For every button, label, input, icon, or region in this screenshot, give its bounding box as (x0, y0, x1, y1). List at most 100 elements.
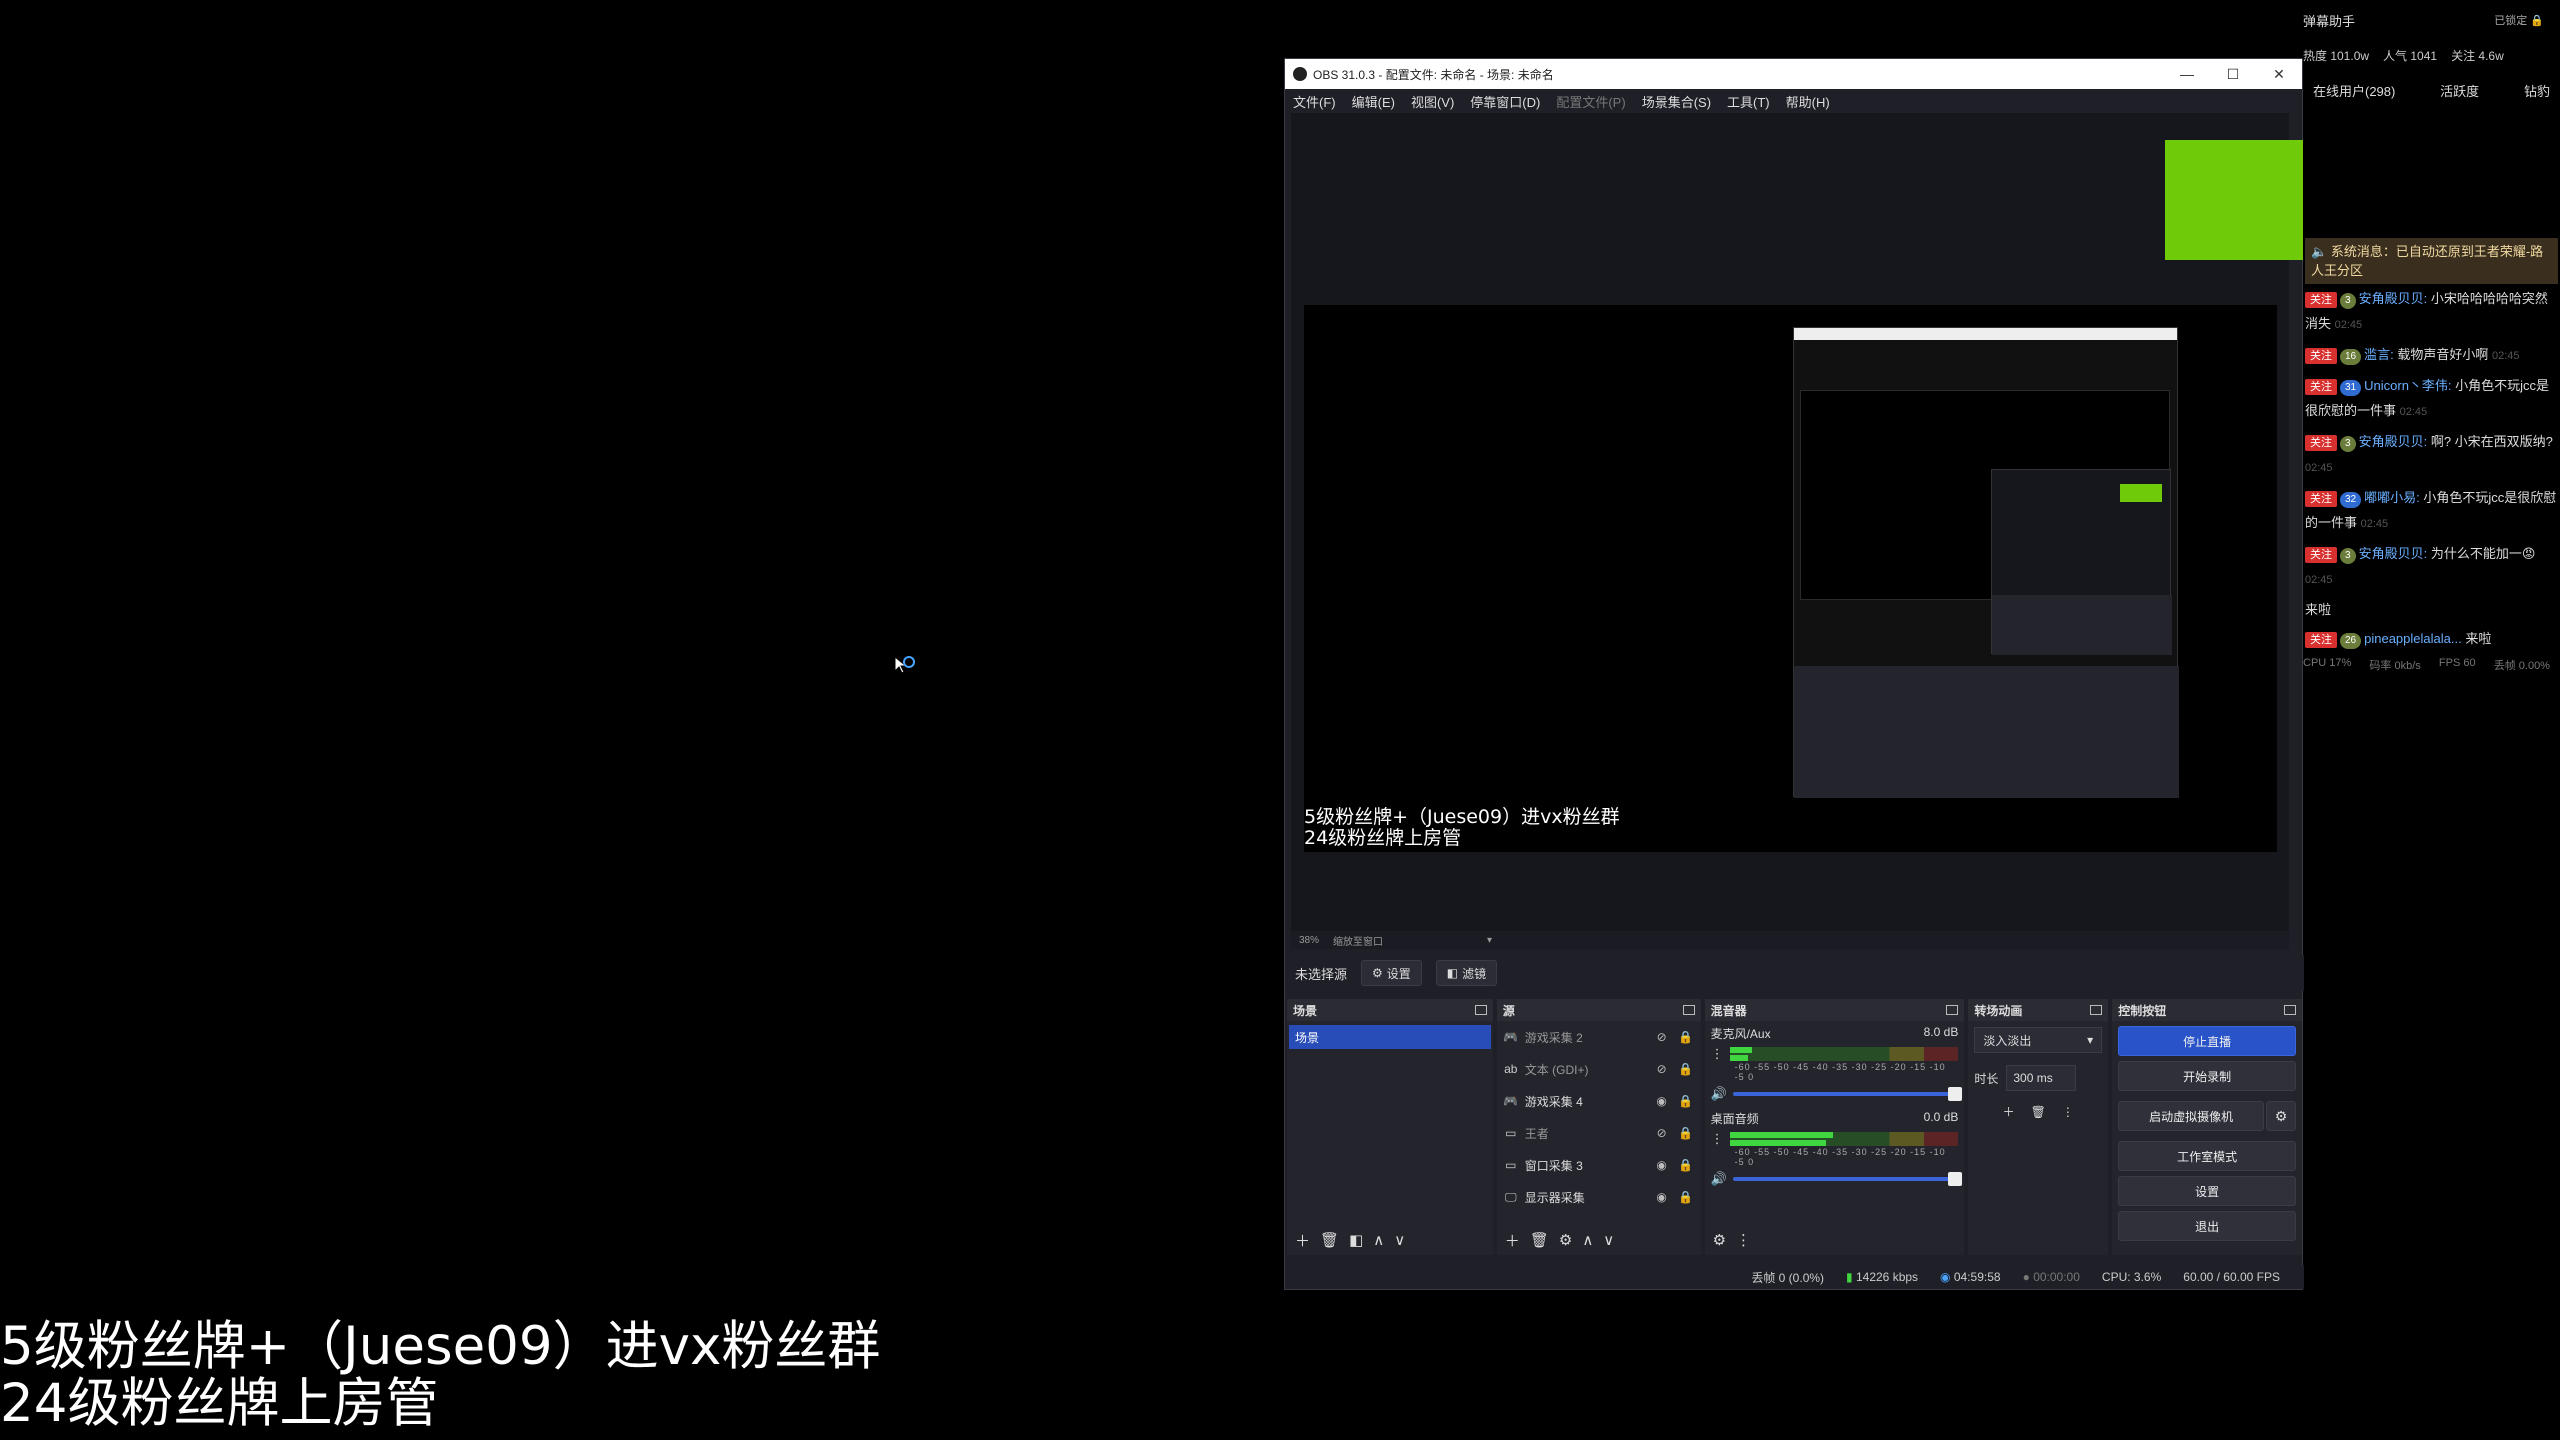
overlay-line-2: 24级粉丝牌上房管 (0, 1373, 439, 1434)
filters-button[interactable]: ◧ 滤镜 (1435, 960, 1498, 986)
follow-badge[interactable]: 关注 (2305, 491, 2337, 507)
nested-obs-capture (1793, 327, 2179, 798)
tab-online-users[interactable]: 在线用户(298) (2313, 81, 2395, 100)
filter-icon[interactable]: ◧ (1349, 1231, 1363, 1249)
chat-message: 关注 3 安角殿贝贝: 为什么不能加一😡 02:45 (2303, 539, 2560, 595)
eye-hidden-icon[interactable]: ⊘ (1653, 1062, 1671, 1076)
source-item[interactable]: ab 文本 (GDI+) ⊘ 🔒 (1497, 1053, 1701, 1085)
undock-icon[interactable] (1946, 1005, 1959, 1015)
kebab-menu-icon[interactable]: ⋮ (1711, 1046, 1724, 1062)
eye-hidden-icon[interactable]: ⊘ (1653, 1126, 1671, 1140)
source-item[interactable]: 🖵 显示器采集 ◉ 🔒 (1497, 1181, 1701, 1213)
eye-hidden-icon[interactable]: ⊘ (1653, 1030, 1671, 1044)
lock-icon[interactable]: 🔒 (1677, 1158, 1695, 1172)
add-icon[interactable]: ＋ (1505, 1230, 1520, 1251)
down-arrow-icon[interactable]: ∨ (1394, 1231, 1405, 1249)
down-arrow-icon[interactable]: ∨ (1603, 1231, 1614, 1249)
transition-select[interactable]: 淡入淡出 ▾ (1974, 1027, 2103, 1053)
follow-badge[interactable]: 关注 (2305, 435, 2337, 451)
menu-file[interactable]: 文件(F) (1293, 92, 1336, 111)
preview-canvas[interactable]: 5级粉丝牌+（Juese09）进vx粉丝群 24级粉丝牌上房管 (1304, 305, 2277, 852)
menu-edit[interactable]: 编辑(E) (1352, 92, 1395, 111)
volume-slider[interactable] (1732, 1172, 1963, 1186)
studio-mode-button[interactable]: 工作室模式 (2118, 1141, 2296, 1171)
source-item[interactable]: 🎮 游戏采集 2 ⊘ 🔒 (1497, 1021, 1701, 1053)
obs-titlebar[interactable]: OBS 31.0.3 - 配置文件: 未命名 - 场景: 未命名 — ☐ ✕ (1285, 59, 2302, 89)
close-button[interactable]: ✕ (2256, 66, 2302, 83)
trash-icon[interactable]: 🗑 (1320, 1231, 1339, 1249)
follow-badge[interactable]: 关注 (2305, 547, 2337, 563)
undock-icon[interactable] (2090, 1005, 2103, 1015)
lock-icon[interactable]: 🔒 (1677, 1190, 1695, 1204)
stop-stream-button[interactable]: 停止直播 (2118, 1026, 2296, 1056)
source-item[interactable]: ▭ 王者 ⊘ 🔒 (1497, 1117, 1701, 1149)
chat-user[interactable]: 安角殿贝贝: (2359, 291, 2428, 306)
menu-view[interactable]: 视图(V) (1411, 92, 1454, 111)
chat-user[interactable]: pineapplelalala... (2364, 631, 2462, 646)
add-icon[interactable]: ＋ (2003, 1103, 2015, 1120)
window-title: OBS 31.0.3 - 配置文件: 未命名 - 场景: 未命名 (1313, 67, 1554, 82)
exit-button[interactable]: 退出 (2118, 1211, 2296, 1241)
menu-help[interactable]: 帮助(H) (1786, 92, 1830, 111)
nested-preview (1800, 390, 2172, 655)
tab-activity[interactable]: 活跃度 (2440, 81, 2479, 100)
follow-badge[interactable]: 关注 (2305, 632, 2337, 648)
chat-user[interactable]: 安角殿贝贝: (2359, 546, 2428, 561)
trash-icon[interactable]: 🗑 (1530, 1231, 1549, 1249)
up-arrow-icon[interactable]: ∧ (1582, 1231, 1593, 1249)
chat-time: 02:45 (2305, 462, 2333, 474)
advanced-audio-gear-icon[interactable]: ⚙ (1713, 1231, 1726, 1249)
gear-icon: ⚙ (1372, 966, 1383, 980)
chevron-down-icon[interactable]: ▾ (1487, 935, 1492, 946)
lock-icon[interactable]: 🔒 (1677, 1030, 1695, 1044)
add-icon[interactable]: ＋ (1295, 1230, 1310, 1251)
chat-user[interactable]: 安角殿贝贝: (2359, 434, 2428, 449)
eye-icon[interactable]: ◉ (1653, 1094, 1671, 1108)
undock-icon[interactable] (1474, 1005, 1487, 1015)
undock-icon[interactable] (1682, 1005, 1695, 1015)
nested-inner-docks (1992, 595, 2172, 655)
zoom-mode-select[interactable]: 缩放至窗口 (1333, 933, 1383, 948)
speaker-icon[interactable]: 🔊 (1711, 1171, 1727, 1187)
start-record-button[interactable]: 开始录制 (2118, 1061, 2296, 1091)
scene-item[interactable]: 场景 (1289, 1025, 1491, 1049)
undock-icon[interactable] (2284, 1005, 2296, 1015)
gear-icon[interactable]: ⚙ (1559, 1231, 1572, 1249)
menu-scene-collection[interactable]: 场景集合(S) (1642, 92, 1711, 111)
trash-icon[interactable]: 🗑 (2031, 1105, 2046, 1119)
speaker-icon[interactable]: 🔊 (1711, 1086, 1727, 1102)
menu-tools[interactable]: 工具(T) (1727, 92, 1770, 111)
duration-input[interactable]: 300 ms (2006, 1065, 2077, 1091)
follow-badge[interactable]: 关注 (2305, 348, 2337, 364)
menu-profile[interactable]: 配置文件(P) (1556, 92, 1625, 111)
minimize-button[interactable]: — (2164, 66, 2210, 83)
chat-user[interactable]: Unicorn丶李伟: (2364, 378, 2451, 393)
eye-icon[interactable]: ◉ (1653, 1158, 1671, 1172)
lock-icon[interactable]: 🔒 (1677, 1094, 1695, 1108)
source-settings-button[interactable]: ⚙ 设置 (1361, 960, 1422, 986)
lock-status[interactable]: 已锁定 🔒 (2494, 12, 2544, 28)
gear-icon[interactable]: ⚙ (2266, 1101, 2296, 1131)
lock-icon[interactable]: 🔒 (1677, 1126, 1695, 1140)
follow-badge[interactable]: 关注 (2305, 292, 2337, 308)
menu-docks[interactable]: 停靠窗口(D) (1470, 92, 1540, 111)
follow-badge[interactable]: 关注 (2305, 379, 2337, 395)
source-item[interactable]: ▭ 窗口采集 3 ◉ 🔒 (1497, 1149, 1701, 1181)
settings-button[interactable]: 设置 (2118, 1176, 2296, 1206)
chat-user[interactable]: 滥言: (2364, 347, 2394, 362)
preview-area[interactable]: 5级粉丝牌+（Juese09）进vx粉丝群 24级粉丝牌上房管 (1291, 113, 2289, 931)
eye-icon[interactable]: ◉ (1653, 1190, 1671, 1204)
lock-icon[interactable]: 🔒 (1677, 1062, 1695, 1076)
chat-time: 02:45 (2334, 319, 2363, 331)
up-arrow-icon[interactable]: ∧ (1373, 1231, 1384, 1249)
tab-rank[interactable]: 钻豹 (2524, 81, 2550, 100)
kebab-menu-icon[interactable]: ⋮ (1736, 1231, 1751, 1249)
maximize-button[interactable]: ☐ (2210, 66, 2256, 83)
kebab-menu-icon[interactable]: ⋮ (2062, 1105, 2074, 1119)
virtual-camera-button[interactable]: 启动虚拟摄像机 (2118, 1101, 2264, 1131)
kebab-menu-icon[interactable]: ⋮ (1711, 1131, 1724, 1147)
source-item[interactable]: 🎮 游戏采集 4 ◉ 🔒 (1497, 1085, 1701, 1117)
transition-type: 淡入淡出 (1983, 1033, 2032, 1048)
chat-user[interactable]: 嘟嘟小易: (2364, 490, 2420, 505)
volume-slider[interactable] (1732, 1087, 1963, 1101)
